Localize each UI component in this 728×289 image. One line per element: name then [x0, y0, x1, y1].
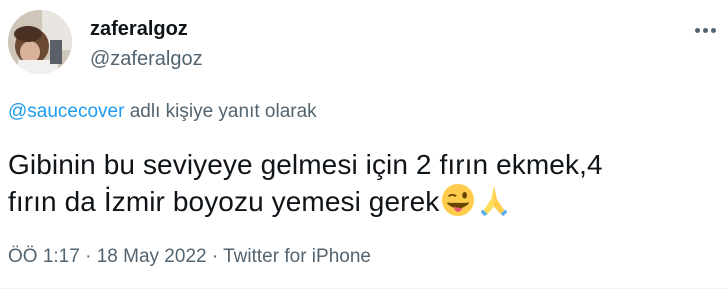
tweet-source[interactable]: Twitter for iPhone [223, 246, 371, 267]
dot [695, 28, 700, 33]
reply-context: @saucecover adlı kişiye yanıt olarak [8, 101, 317, 123]
folded-hands-icon [481, 185, 508, 217]
reply-context-text: adlı kişiye yanıt olarak [124, 101, 317, 122]
avatar-image [8, 10, 72, 74]
tweet-text-line-2-content: fırın da İzmir boyozu yemesi gerek [8, 186, 440, 217]
meta-separator: · [79, 246, 97, 267]
more-options-icon[interactable] [692, 18, 720, 42]
tweet-text-line-1: Gibinin bu seviyeye gelmesi için 2 fırın… [8, 149, 603, 180]
tweet-time[interactable]: ÖÖ 1:17 [8, 246, 80, 267]
tweet-meta: ÖÖ 1:17 · 18 May 2022 · Twitter for iPho… [8, 246, 371, 268]
reply-mention-link[interactable]: @saucecover [8, 101, 124, 122]
user-handle[interactable]: @zaferalgoz [90, 48, 203, 71]
dot [703, 28, 708, 33]
avatar[interactable] [8, 10, 72, 74]
meta-separator: · [206, 246, 224, 267]
dot [711, 28, 716, 33]
tweet-header: zaferalgoz @zaferalgoz [8, 8, 720, 78]
tweet-text: Gibinin bu seviyeye gelmesi için 2 fırın… [8, 146, 708, 220]
display-name[interactable]: zaferalgoz [90, 18, 188, 41]
tweet-text-line-2: fırın da İzmir boyozu yemesi gerek [8, 183, 708, 220]
tweet-card: zaferalgoz @zaferalgoz @saucecover adlı … [0, 0, 728, 289]
tweet-date[interactable]: 18 May 2022 [97, 246, 207, 267]
winking-face-with-tongue-icon [442, 183, 475, 217]
